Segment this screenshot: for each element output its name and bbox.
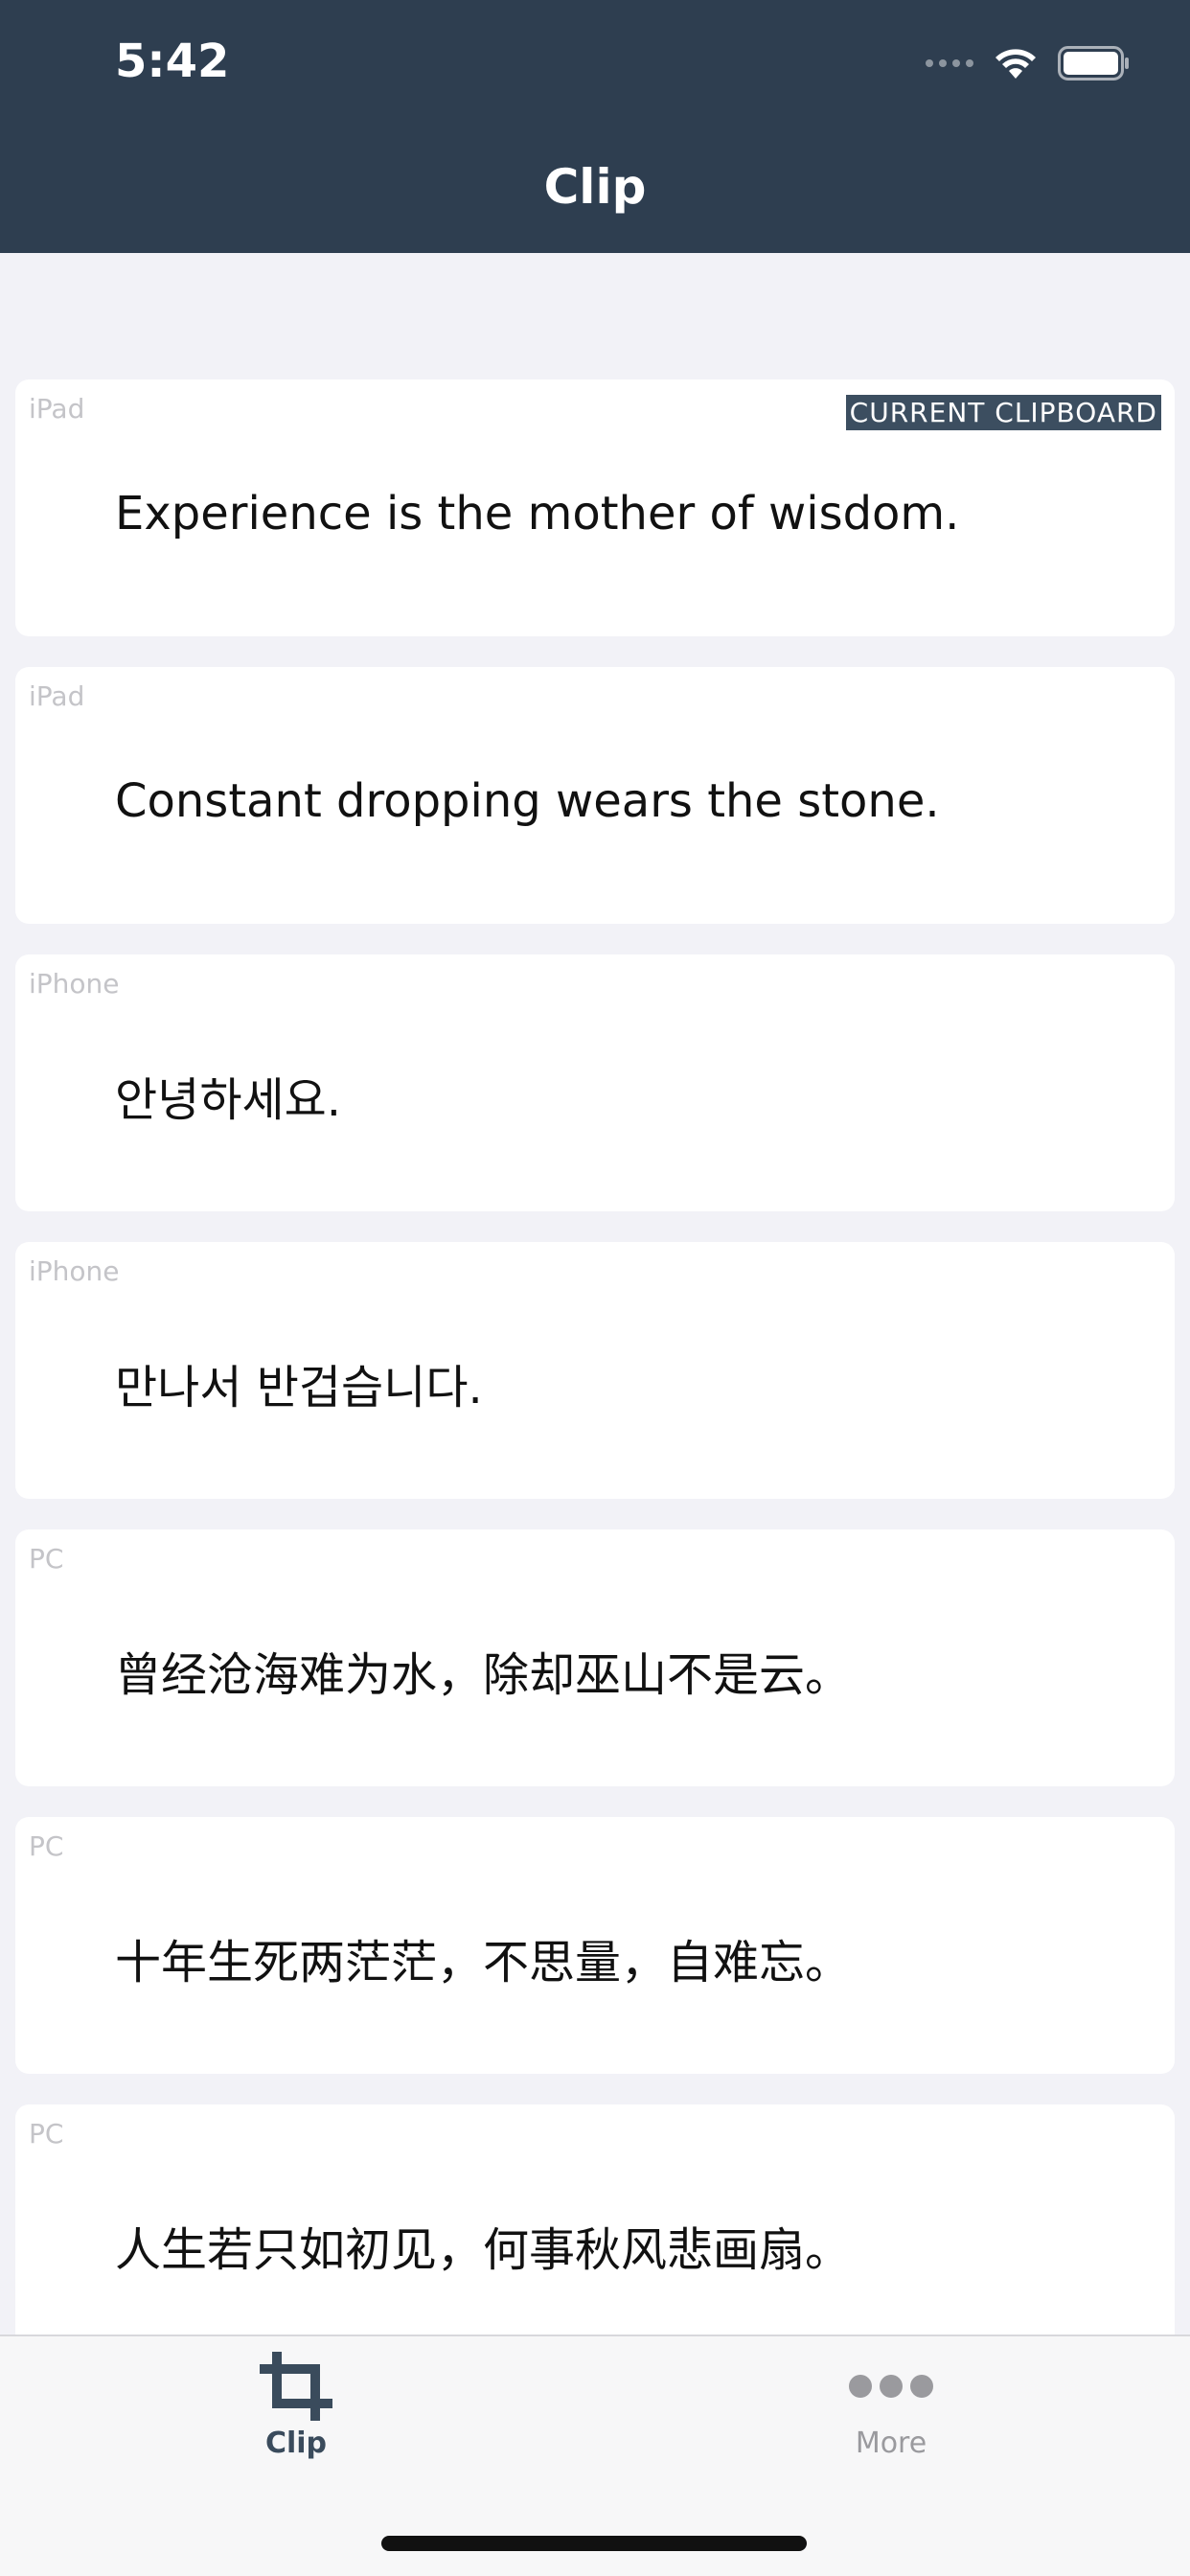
clip-text: 十年生死两茫茫，不思量，自难忘。 [115, 1936, 852, 1990]
status-icons [926, 44, 1131, 82]
clip-device-label: iPhone [29, 1255, 120, 1287]
crop-icon [260, 2352, 332, 2421]
clip-text: 曾经沧海难为水，除却巫山不是云。 [115, 1648, 852, 1702]
tab-clip[interactable]: Clip [152, 2350, 440, 2460]
clip-device-label: PC [29, 1543, 64, 1575]
tab-clip-label: Clip [264, 2426, 328, 2460]
clip-card[interactable]: iPhone 만나서 반겁습니다. [15, 1242, 1175, 1499]
clip-text: Experience is the mother of wisdom. [115, 487, 960, 540]
page-title: Clip [543, 159, 647, 215]
clip-card[interactable]: PC 曾经沧海难为水，除却巫山不是云。 [15, 1530, 1175, 1786]
clip-text: 人生若只如初见，何事秋风悲画扇。 [115, 2223, 852, 2277]
clip-device-label: iPad [29, 393, 85, 425]
clip-device-label: PC [29, 1830, 64, 1862]
clip-text: 만나서 반겁습니다. [115, 1361, 483, 1414]
more-icon [849, 2375, 933, 2398]
clip-card[interactable]: iPad CURRENT CLIPBOARD Experience is the… [15, 380, 1175, 636]
current-clipboard-badge: CURRENT CLIPBOARD [845, 395, 1161, 430]
app-header: 5:42 Clip [0, 0, 1190, 253]
battery-icon [1058, 46, 1129, 80]
clip-card[interactable]: PC 十年生死两茫茫，不思量，自难忘。 [15, 1817, 1175, 2074]
clip-card[interactable]: iPhone 안녕하세요. [15, 954, 1175, 1211]
wifi-icon [995, 49, 1036, 79]
clip-card[interactable]: PC 人生若只如初见，何事秋风悲画扇。 [15, 2104, 1175, 2361]
tab-more[interactable]: More [747, 2350, 1035, 2460]
clip-text: 안녕하세요. [115, 1073, 342, 1127]
clip-device-label: PC [29, 2118, 64, 2150]
cellular-signal-icon [926, 59, 973, 67]
clip-card[interactable]: iPad Constant dropping wears the stone. [15, 667, 1175, 924]
clip-text: Constant dropping wears the stone. [115, 774, 940, 828]
tab-more-label: More [855, 2426, 927, 2460]
clip-device-label: iPad [29, 680, 85, 712]
clip-list: iPad CURRENT CLIPBOARD Experience is the… [15, 380, 1175, 2392]
status-time: 5:42 [115, 34, 230, 88]
clip-device-label: iPhone [29, 968, 120, 1000]
home-indicator[interactable] [381, 2536, 807, 2551]
